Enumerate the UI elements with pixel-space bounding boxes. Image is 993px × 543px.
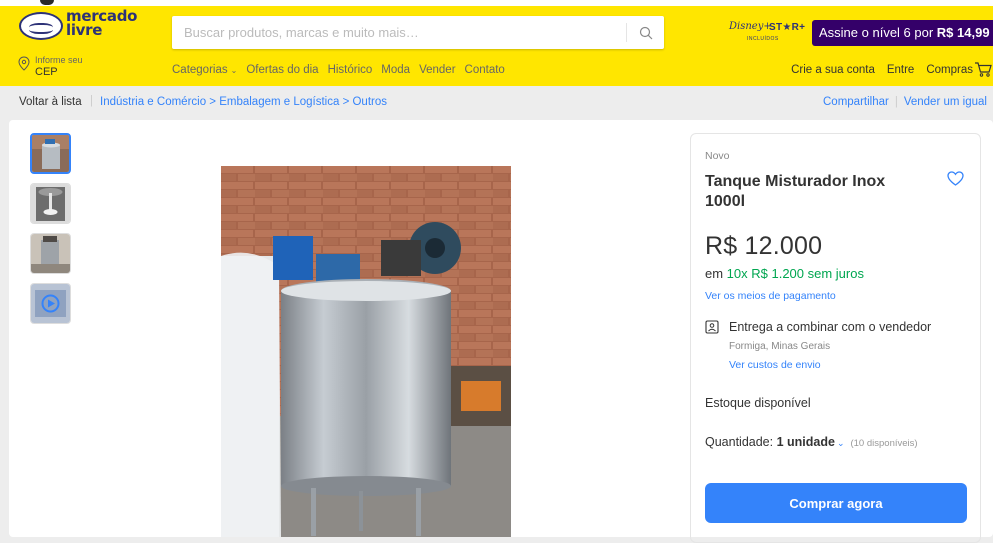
breadcrumb-actions: Compartilhar | Vender um igual [823, 96, 987, 108]
nav-moda[interactable]: Moda [381, 64, 410, 76]
search-input[interactable] [172, 16, 624, 49]
search-button[interactable] [627, 16, 664, 49]
search-icon [639, 26, 652, 39]
cart-icon[interactable] [974, 61, 993, 78]
purchases-link[interactable]: Compras [926, 64, 973, 76]
tank-interior-image [31, 184, 70, 223]
handshake-icon [19, 12, 63, 40]
main-nav: Categorias ⌄ Ofertas do dia Histórico Mod… [172, 64, 505, 76]
user-links: Crie a sua conta Entre Compras [791, 64, 973, 76]
nav-ofertas[interactable]: Ofertas do dia [246, 64, 318, 76]
nav-categorias[interactable]: Categorias ⌄ [172, 64, 237, 76]
search-bar [172, 16, 664, 49]
installments: em 10x R$ 1.200 sem juros [705, 266, 864, 281]
thumbnail-gallery [30, 133, 71, 333]
thumbnail-video[interactable] [30, 283, 71, 324]
nav-historico[interactable]: Histórico [328, 64, 373, 76]
stock-status: Estoque disponível [705, 396, 811, 410]
buy-box: Novo Tanque Misturador Inox 1000l R$ 12.… [690, 133, 981, 543]
video-play-icon [31, 284, 70, 323]
category-path-link[interactable]: Indústria e Comércio > Embalagem e Logís… [100, 96, 387, 108]
quantity-selector[interactable]: Quantidade: 1 unidade ⌄ (10 disponíveis) [705, 435, 918, 449]
seller-location: Formiga, Minas Gerais [729, 341, 831, 352]
product-card: Novo Tanque Misturador Inox 1000l R$ 12.… [9, 120, 993, 543]
thumbnail-3[interactable] [30, 233, 71, 274]
mercado-livre-logo[interactable]: mercado livre [19, 7, 139, 44]
tank-thumbnail-image [32, 135, 69, 172]
login-link[interactable]: Entre [887, 64, 915, 76]
product-title: Tanque Misturador Inox 1000l [705, 173, 886, 210]
back-to-list-link[interactable]: Voltar à lista [19, 96, 82, 108]
cep-selector[interactable]: Informe seu CEP [18, 53, 98, 83]
disney-star-badge[interactable]: Disney+ ST★R+ INCLUÍDOS [729, 21, 805, 49]
chevron-down-icon: ⌄ [836, 438, 845, 448]
nav-vender[interactable]: Vender [419, 64, 455, 76]
header: mercado livre Disney+ ST★R+ INCLUÍDOS As… [0, 6, 993, 86]
subscription-promo[interactable]: Assine o nível 6 por R$ 14,99 [812, 20, 993, 46]
breadcrumb-separator: | [90, 95, 93, 107]
heart-icon[interactable] [947, 171, 964, 186]
product-price: R$ 12.000 [705, 232, 823, 260]
create-account-link[interactable]: Crie a sua conta [791, 64, 875, 76]
tank-side-image [31, 234, 70, 273]
avatar [40, 0, 54, 5]
buy-now-button[interactable]: Comprar agora [705, 483, 967, 523]
breadcrumb-separator: | [894, 96, 898, 108]
quantity-available: (10 disponíveis) [850, 438, 918, 449]
condition-label: Novo [705, 150, 730, 162]
sell-same-link[interactable]: Vender um igual [904, 96, 987, 108]
breadcrumb: Voltar à lista | Indústria e Comércio > … [0, 86, 993, 119]
logo-text: mercado livre [66, 7, 138, 39]
share-link[interactable]: Compartilhar [823, 96, 889, 108]
shipping-info: Entrega a combinar com o vendedor [729, 320, 932, 334]
location-pin-icon [18, 56, 30, 71]
thumbnail-1[interactable] [30, 133, 71, 174]
payment-methods-link[interactable]: Ver os meios de pagamento [705, 290, 836, 302]
shipping-costs-link[interactable]: Ver custos de envio [729, 359, 821, 371]
chevron-down-icon: ⌄ [230, 66, 238, 75]
thumbnail-2[interactable] [30, 183, 71, 224]
main-product-image[interactable] [221, 166, 511, 537]
nav-contato[interactable]: Contato [465, 64, 505, 76]
handshake-delivery-icon [705, 320, 719, 334]
mixing-tank-photo [221, 166, 511, 537]
